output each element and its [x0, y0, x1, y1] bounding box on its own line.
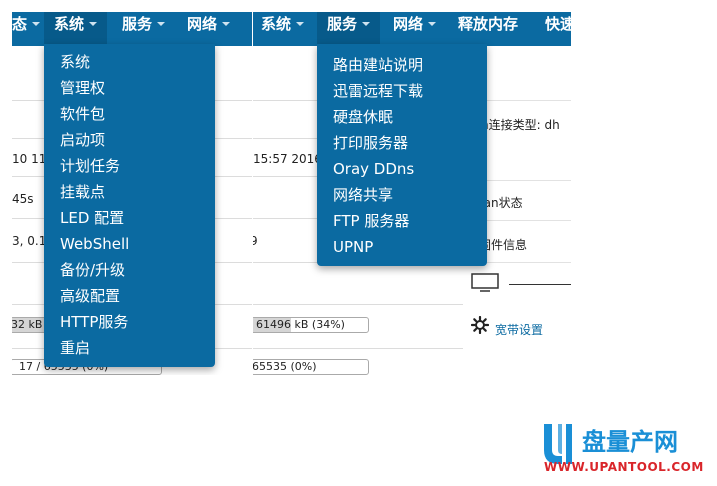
menu-item-mount-points[interactable]: 挂载点: [60, 182, 105, 202]
nav-network[interactable]: 网络: [393, 12, 437, 46]
load-value: 9: [253, 234, 258, 248]
menu-item-thunder-remote[interactable]: 迅雷远程下载: [333, 81, 423, 101]
nav-quick[interactable]: 快速: [545, 12, 571, 46]
chevron-down-icon: [428, 21, 437, 26]
load-value: 3, 0.1: [12, 234, 47, 248]
table-row: 65535 (0%): [253, 348, 463, 375]
menu-item-scheduled-tasks[interactable]: 计划任务: [60, 156, 120, 176]
connections-bar: 65535 (0%): [253, 359, 369, 375]
menu-item-admin[interactable]: 管理权: [60, 78, 105, 98]
menu-item-startup[interactable]: 启动项: [60, 130, 105, 150]
nav-system[interactable]: 系统: [44, 12, 108, 46]
divider: [509, 284, 571, 285]
menu-item-print-server[interactable]: 打印服务器: [333, 133, 408, 153]
datetime-value: 15:57 2016: [253, 152, 322, 166]
side-row[interactable]: 宽带设置: [467, 302, 571, 346]
panel-right: 系统 服务 网络 释放内存 快速 15:57 2016 9 61496 kB (…: [253, 0, 571, 375]
gear-icon: [471, 316, 489, 334]
nav-status[interactable]: 态: [12, 12, 41, 46]
watermark-brand: 盘量产网: [582, 428, 678, 456]
uptime-value: 10 11: [12, 152, 47, 166]
monitor-icon: [471, 273, 499, 292]
chevron-down-icon: [296, 21, 305, 26]
chevron-down-icon: [222, 21, 231, 26]
menu-item-router-guide[interactable]: 路由建站说明: [333, 55, 423, 75]
watermark-url: WWW.UPANTOOL.COM: [544, 460, 704, 474]
connections-bar-label: 65535 (0%): [253, 360, 317, 373]
menu-item-oray-ddns[interactable]: Oray DDns: [333, 159, 414, 179]
menu-item-ftp-server[interactable]: FTP 服务器: [333, 211, 409, 231]
broadband-settings-link[interactable]: 宽带设置: [495, 321, 543, 338]
top-nav-bar: 态 系统 服务 网络: [12, 12, 252, 46]
nav-free-memory[interactable]: 释放内存: [458, 12, 518, 46]
chevron-down-icon: [362, 21, 371, 26]
menu-item-backup-upgrade[interactable]: 备份/升级: [60, 260, 125, 280]
top-nav-bar: 系统 服务 网络 释放内存 快速: [253, 12, 571, 46]
side-row: [467, 262, 571, 303]
menu-item-system[interactable]: 系统: [60, 52, 90, 72]
nav-system[interactable]: 系统: [261, 12, 305, 46]
menu-item-http-service[interactable]: HTTP服务: [60, 312, 128, 332]
memory-bar: 61496 kB (34%): [253, 317, 369, 333]
chevron-down-icon: [89, 21, 98, 26]
upantool-watermark-logo: 盘量产网 WWW.UPANTOOL.COM: [540, 420, 710, 482]
table-row: [253, 262, 463, 305]
menu-item-network-share[interactable]: 网络共享: [333, 185, 393, 205]
menu-item-packages[interactable]: 软件包: [60, 104, 105, 124]
nav-services[interactable]: 服务: [122, 12, 166, 46]
services-dropdown-menu: 路由建站说明 迅雷远程下载 硬盘休眠 打印服务器 Oray DDns 网络共享 …: [317, 44, 487, 266]
table-row: 61496 kB (34%): [253, 304, 463, 349]
menu-item-disk-sleep[interactable]: 硬盘休眠: [333, 107, 393, 127]
nav-network[interactable]: 网络: [187, 12, 231, 46]
duration-value: 45s: [12, 192, 34, 206]
nav-services[interactable]: 服务: [317, 12, 381, 46]
panel-left: 态 系统 服务 网络 10 11 45s 3, 0.1 32 kB / 17 /…: [12, 0, 252, 375]
chevron-down-icon: [157, 21, 166, 26]
menu-item-advanced-config[interactable]: 高级配置: [60, 286, 120, 306]
system-dropdown-menu: 系统 管理权 软件包 启动项 计划任务 挂载点 LED 配置 WebShell …: [44, 44, 215, 367]
menu-item-led-config[interactable]: LED 配置: [60, 208, 124, 228]
menu-item-webshell[interactable]: WebShell: [60, 234, 129, 254]
menu-item-reboot[interactable]: 重启: [60, 338, 90, 358]
chevron-down-icon: [32, 21, 41, 26]
memory-bar-label: 61496 kB (34%): [256, 318, 345, 331]
menu-item-upnp[interactable]: UPNP: [333, 237, 373, 257]
